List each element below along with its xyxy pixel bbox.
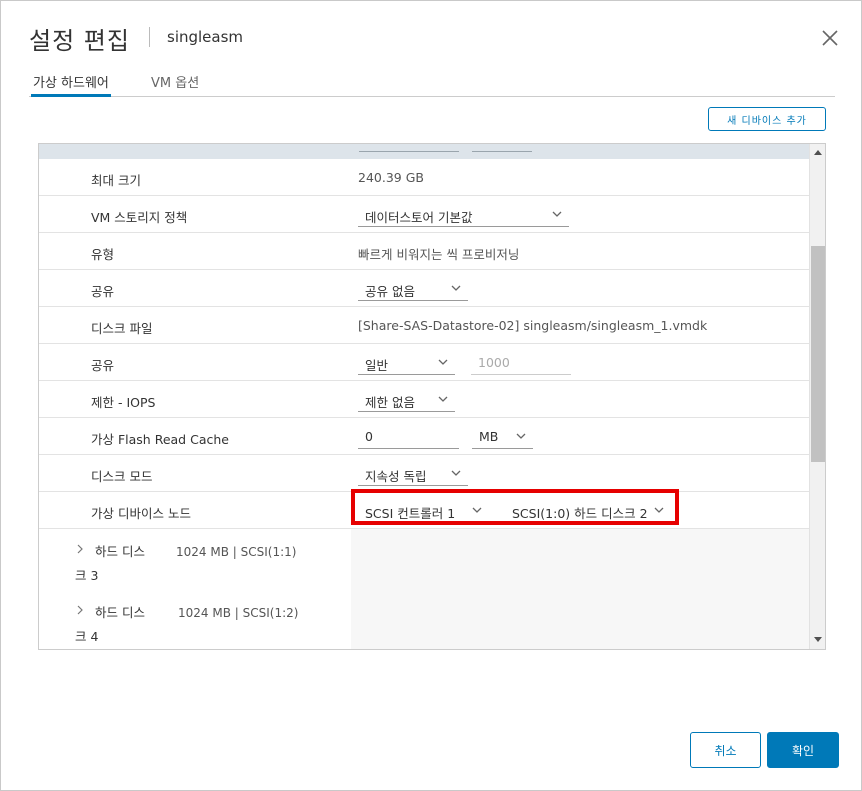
shares-amount-placeholder: 1000 [478, 355, 510, 370]
vm-name: singleasm [167, 28, 244, 46]
vertical-scrollbar[interactable] [809, 144, 825, 649]
hard-disk-4-name: 하드 디스크 4 [75, 605, 145, 644]
shares-select[interactable]: 일반 [358, 349, 455, 375]
edit-settings-dialog: 설정 편집 singleasm 가상 하드웨어 VM 옵션 새 디바이스 추가 … [0, 0, 862, 791]
flash-cache-input[interactable]: 0 [358, 423, 459, 449]
chevron-down-icon [654, 507, 664, 513]
row-max-size: 최대 크기 240.39 GB [39, 159, 809, 196]
chevron-down-icon [552, 211, 562, 217]
flash-cache-unit-select[interactable]: MB [472, 423, 533, 449]
type-label: 유형 [91, 247, 115, 262]
ok-button[interactable]: 확인 [767, 732, 839, 768]
hardware-list-panel: 최대 크기 240.39 GB VM 스토리지 정책 데이터스토어 기본값 유형… [38, 143, 826, 650]
max-size-value: 240.39 GB [358, 170, 424, 185]
device-node-value: SCSI(1:0) 하드 디스크 2 [512, 506, 648, 521]
chevron-down-icon [451, 285, 461, 291]
scsi-controller-select[interactable]: SCSI 컨트롤러 1 [358, 497, 489, 523]
close-icon[interactable] [819, 27, 841, 49]
sharing-value: 공유 없음 [365, 284, 415, 299]
cancel-button[interactable]: 취소 [690, 732, 761, 768]
chevron-down-icon [438, 396, 448, 402]
row-type: 유형 빠르게 비워지는 씩 프로비저닝 [39, 233, 809, 270]
row-shares: 공유 일반 1000 [39, 344, 809, 381]
disk-mode-select[interactable]: 지속성 독립 [358, 460, 468, 486]
storage-policy-label: VM 스토리지 정책 [91, 210, 188, 225]
flash-cache-value: 0 [365, 429, 373, 444]
chevron-down-icon [516, 433, 526, 439]
dialog-title: 설정 편집 [29, 27, 130, 55]
shares-label: 공유 [91, 358, 115, 373]
tab-bar: 가상 하드웨어 VM 옵션 [29, 69, 835, 97]
storage-policy-select[interactable]: 데이터스토어 기본값 [358, 201, 569, 227]
sharing-select[interactable]: 공유 없음 [358, 275, 468, 301]
limit-iops-label: 제한 - IOPS [91, 395, 156, 410]
scroll-down-arrow-icon[interactable] [814, 637, 822, 643]
title-separator [149, 27, 150, 47]
hard-disk-3-info: 1024 MB | SCSI(1:1) [176, 545, 297, 559]
hard-disk-3-row[interactable]: 하드 디스크 3 1024 MB | SCSI(1:1) [39, 529, 809, 590]
row-virtual-device-node: 가상 디바이스 노드 SCSI 컨트롤러 1 SCSI(1:0) 하드 디스크 … [39, 492, 809, 529]
limit-iops-select[interactable]: 제한 없음 [358, 386, 455, 412]
disk-file-value: [Share-SAS-Datastore-02] singleasm/singl… [358, 318, 708, 333]
chevron-down-icon [438, 359, 448, 365]
device-node-label: 가상 디바이스 노드 [91, 506, 191, 521]
row-storage-policy: VM 스토리지 정책 데이터스토어 기본값 [39, 196, 809, 233]
hard-disk-4-info: 1024 MB | SCSI(1:2) [178, 606, 299, 620]
row-limit-iops: 제한 - IOPS 제한 없음 [39, 381, 809, 418]
chevron-down-icon [451, 470, 461, 476]
flash-cache-unit: MB [479, 429, 499, 444]
disk-file-label: 디스크 파일 [91, 321, 153, 336]
tab-virtual-hardware[interactable]: 가상 하드웨어 [31, 72, 111, 97]
shares-amount-input[interactable]: 1000 [471, 349, 571, 375]
hard-disk-4-row[interactable]: 하드 디스크 4 1024 MB | SCSI(1:2) [39, 590, 809, 649]
row-disk-file: 디스크 파일 [Share-SAS-Datastore-02] singleas… [39, 307, 809, 344]
add-new-device-button[interactable]: 새 디바이스 추가 [708, 107, 826, 131]
disk-mode-label: 디스크 모드 [91, 469, 153, 484]
tab-vm-options[interactable]: VM 옵션 [151, 72, 199, 97]
shares-value: 일반 [365, 358, 389, 373]
max-size-label: 최대 크기 [91, 173, 141, 188]
scroll-up-arrow-icon[interactable] [814, 149, 822, 155]
row-flash-read-cache: 가상 Flash Read Cache 0 MB [39, 418, 809, 455]
row-sharing: 공유 공유 없음 [39, 270, 809, 307]
flash-cache-label: 가상 Flash Read Cache [91, 432, 229, 447]
disk-mode-value: 지속성 독립 [365, 469, 427, 484]
type-value: 빠르게 비워지는 씩 프로비저닝 [358, 247, 520, 262]
storage-policy-value: 데이터스토어 기본값 [365, 210, 473, 225]
limit-iops-value: 제한 없음 [365, 395, 415, 410]
partial-row [39, 144, 809, 159]
chevron-down-icon [472, 507, 482, 513]
scsi-controller-value: SCSI 컨트롤러 1 [365, 506, 456, 521]
hard-disk-3-name: 하드 디스크 3 [75, 544, 145, 583]
row-disk-mode: 디스크 모드 지속성 독립 [39, 455, 809, 492]
scrollbar-thumb[interactable] [811, 246, 825, 462]
device-node-select[interactable]: SCSI(1:0) 하드 디스크 2 [505, 497, 671, 523]
sharing-label: 공유 [91, 284, 115, 299]
